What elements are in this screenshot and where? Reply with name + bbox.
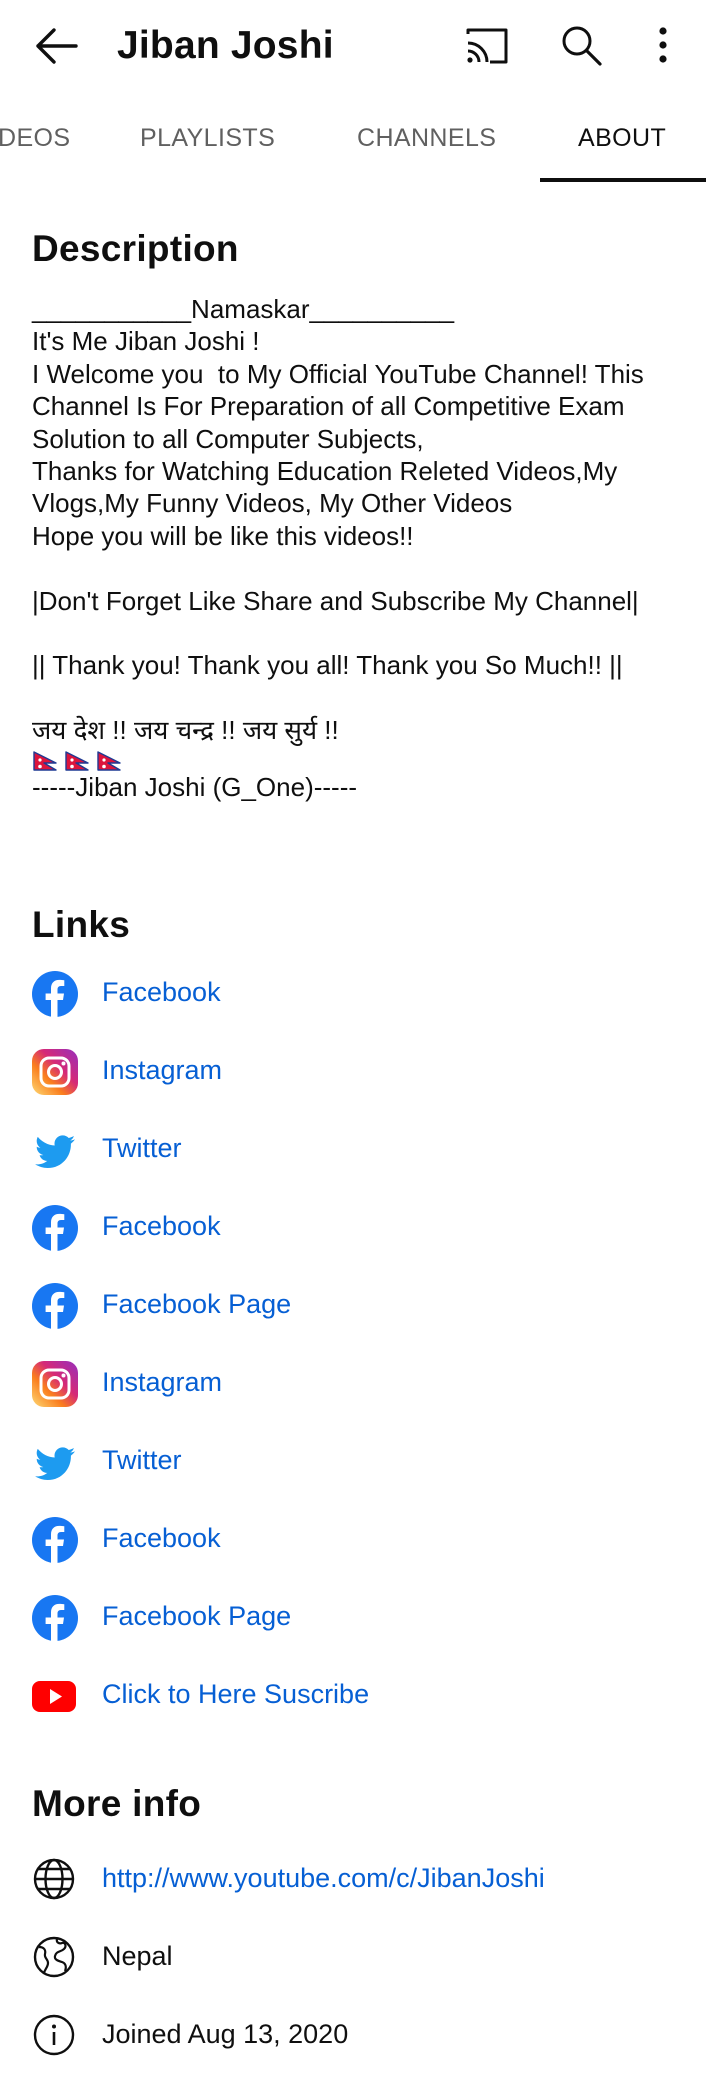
link-facebook[interactable]: Facebook — [0, 1501, 706, 1579]
link-facebook-page[interactable]: Facebook Page — [0, 1579, 706, 1657]
info-joined: Joined Aug 13, 2020 — [0, 1997, 706, 2075]
link-youtube-subscribe[interactable]: Click to Here Suscribe — [0, 1657, 706, 1735]
link-twitter[interactable]: Twitter — [0, 1111, 706, 1189]
facebook-icon — [32, 1595, 78, 1641]
twitter-icon — [35, 1135, 75, 1168]
description-line: ___________Namaskar__________ — [32, 294, 455, 324]
facebook-icon — [32, 1283, 78, 1329]
nepal-flag-icon — [97, 750, 121, 771]
facebook-icon — [32, 971, 78, 1017]
joined-date: Joined Aug 13, 2020 — [102, 2019, 349, 2049]
active-tab-indicator — [540, 178, 706, 182]
country-label: Nepal — [102, 1941, 173, 1971]
tab-playlists[interactable]: PLAYLISTS — [140, 124, 275, 153]
search-icon[interactable] — [556, 22, 606, 70]
tab-about[interactable]: ABOUT — [578, 124, 666, 153]
description-line: Solution to all Computer Subjects, — [32, 423, 424, 454]
website-link[interactable]: http://www.youtube.com/c/JibanJoshi — [102, 1863, 545, 1894]
country-globe-icon — [33, 1936, 75, 1978]
link-label[interactable]: Instagram — [102, 1367, 222, 1398]
app-bar: Jiban Joshi — [0, 0, 706, 92]
description-line: Thanks for Watching Education Releted Vi… — [32, 456, 618, 487]
link-facebook-page[interactable]: Facebook Page — [0, 1267, 706, 1345]
twitter-icon — [35, 1447, 75, 1480]
link-label[interactable]: Facebook — [102, 977, 221, 1008]
nepal-flag-icon — [33, 750, 57, 771]
youtube-icon — [32, 1681, 76, 1712]
facebook-icon — [32, 1517, 78, 1563]
globe-icon — [33, 1858, 75, 1900]
link-facebook[interactable]: Facebook — [0, 955, 706, 1033]
back-arrow-icon[interactable] — [30, 22, 82, 70]
description-line: || Thank you! Thank you all! Thank you S… — [32, 650, 623, 681]
description-line: Hope you will be like this videos!! — [32, 520, 414, 551]
cast-icon[interactable] — [462, 22, 512, 70]
description-line: It's Me Jiban Joshi ! — [32, 326, 260, 357]
link-label[interactable]: Click to Here Suscribe — [102, 1679, 369, 1710]
link-twitter[interactable]: Twitter — [0, 1423, 706, 1501]
links-heading: Links — [32, 904, 131, 945]
description-line — [32, 682, 692, 714]
description-line — [32, 552, 692, 584]
link-label[interactable]: Facebook — [102, 1523, 221, 1554]
link-label[interactable]: Facebook Page — [102, 1601, 291, 1632]
more-info-heading: More info — [32, 1783, 202, 1824]
instagram-icon — [32, 1049, 78, 1095]
description-line: |Don't Forget Like Share and Subscribe M… — [32, 585, 639, 616]
description-heading: Description — [32, 228, 239, 269]
instagram-icon — [32, 1361, 78, 1407]
channel-description: ___________Namaskar__________ It's Me Ji… — [32, 293, 692, 803]
description-line: Vlogs,My Funny Videos, My Other Videos — [32, 488, 513, 519]
description-line: जय देश !! जय चन्द्र !! जय सुर्य !! — [32, 715, 339, 746]
channel-tabs: DEOS PLAYLISTS CHANNELS ABOUT — [0, 110, 706, 186]
description-line: I Welcome you to My Official YouTube Cha… — [32, 358, 644, 389]
description-line: Channel Is For Preparation of all Compet… — [32, 391, 625, 422]
link-label[interactable]: Facebook — [102, 1211, 221, 1242]
description-signature: -----Jiban Joshi (G_One)----- — [32, 771, 358, 802]
channel-title: Jiban Joshi — [117, 24, 334, 67]
link-facebook[interactable]: Facebook — [0, 1189, 706, 1267]
info-website[interactable]: http://www.youtube.com/c/JibanJoshi — [0, 1841, 706, 1919]
tab-videos[interactable]: DEOS — [0, 124, 70, 153]
tab-channels[interactable]: CHANNELS — [357, 124, 496, 153]
more-options-icon[interactable] — [650, 22, 680, 70]
link-label[interactable]: Twitter — [102, 1445, 182, 1476]
nepal-flag-icon — [65, 750, 89, 771]
link-label[interactable]: Twitter — [102, 1133, 182, 1164]
link-instagram[interactable]: Instagram — [0, 1345, 706, 1423]
link-instagram[interactable]: Instagram — [0, 1033, 706, 1111]
link-label[interactable]: Instagram — [102, 1055, 222, 1086]
facebook-icon — [32, 1205, 78, 1251]
link-label[interactable]: Facebook Page — [102, 1289, 291, 1320]
nepal-flags — [32, 750, 692, 771]
info-icon — [33, 2014, 75, 2056]
info-country: Nepal — [0, 1919, 706, 1997]
description-line — [32, 617, 692, 649]
